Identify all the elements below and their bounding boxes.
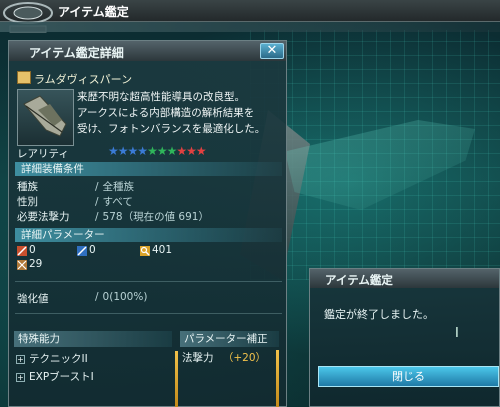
dialog-header: アイテム鑑定	[310, 269, 499, 288]
gender-value-text: すべて	[102, 196, 133, 208]
race-label: 種族	[17, 181, 38, 193]
rarity-star-icon: ★	[156, 144, 168, 158]
element-icon	[17, 260, 27, 270]
description-line: アークスによる内部構造の解析結果を	[77, 107, 255, 119]
ability-item-label: EXPブーストI	[29, 371, 94, 383]
section-divider	[15, 281, 282, 282]
tech-atk-value: 401	[152, 244, 173, 256]
rarity-star-icon: ★	[166, 144, 178, 158]
gender-label: 性別	[17, 196, 38, 208]
rarity-star-icon: ★	[137, 144, 148, 158]
gender-value: / すべて	[95, 196, 133, 208]
dialog-title: アイテム鑑定	[325, 273, 393, 287]
rarity-star-icon: ★	[127, 144, 139, 158]
item-thumbnail	[17, 89, 74, 146]
gun-icon	[77, 246, 87, 256]
close-dialog-button[interactable]: 閉じる	[318, 366, 499, 387]
description-line: 来歴不明な超高性能導具の改良型。	[77, 91, 245, 103]
sword-icon	[17, 246, 27, 256]
special-abilities-section: 特殊能力 + テクニックII + EXPブーストI	[14, 331, 178, 407]
section-divider	[15, 313, 282, 314]
screen-title: アイテム鑑定	[58, 5, 129, 19]
weapon-thumbnail-icon	[23, 95, 67, 137]
param-bonus-section: パラメーター補正 法撃力 （+20）	[180, 331, 279, 407]
abilities-scrollbar[interactable]	[175, 351, 178, 407]
item-description: 来歴不明な超高性能導具の改良型。 アークスによる内部構造の解析結果を 受け、フォ…	[77, 89, 282, 137]
required-tec-value: /578（現在の値 691）	[95, 211, 209, 223]
ability-item[interactable]: + テクニックII	[16, 351, 88, 366]
rarity-stars: ★★★★★★★★★★	[108, 144, 207, 158]
param-bonus-key: 法撃力	[182, 352, 214, 364]
required-tec-label: 必要法撃力	[17, 211, 70, 223]
param-bonus-value-text: +20	[233, 352, 256, 364]
item-name: ラムダヴィスパーン	[34, 73, 133, 86]
wand-icon	[140, 246, 150, 256]
rarity-star-icon: ★	[117, 144, 129, 158]
grind-value-text: 0(100%)	[102, 291, 148, 303]
param-bonus-value: （+20）	[222, 352, 267, 364]
required-tec-value-text: 578（現在の値 691）	[102, 211, 209, 223]
top-bar: アイテム鑑定	[0, 0, 500, 33]
special-abilities-header: 特殊能力	[14, 331, 172, 347]
expand-plus-icon: +	[16, 355, 25, 364]
strike-atk-value: 0	[29, 244, 36, 256]
range-atk-value: 0	[89, 244, 96, 256]
panel-header: アイテム鑑定詳細 ✕	[9, 41, 286, 61]
equip-conditions-header: 詳細装備条件	[15, 162, 282, 176]
ability-item-label: テクニックII	[29, 353, 88, 365]
rarity-star-icon: ★	[147, 144, 158, 158]
param-bonus-row: 法撃力 （+20）	[182, 350, 266, 365]
param-bonus-scrollbar[interactable]	[276, 350, 279, 407]
rarity-star-icon: ★	[176, 144, 187, 158]
rarity-label: レアリティ	[17, 148, 69, 160]
rarity-star-icon: ★	[108, 144, 119, 158]
ability-item[interactable]: + EXPブーストI	[16, 369, 94, 384]
rarity-star-icon: ★	[186, 144, 197, 158]
item-name-row: ラムダヴィスパーン	[17, 71, 279, 86]
detail-params-header: 詳細パラメーター	[15, 228, 282, 242]
description-line: 受け、フォトンバランスを最適化した。	[77, 123, 266, 135]
panel-title: アイテム鑑定詳細	[29, 46, 124, 60]
race-value: / 全種族	[95, 181, 135, 193]
rarity-star-icon: ★	[195, 144, 207, 158]
param-bonus-header: パラメーター補正	[180, 331, 279, 347]
text-cursor-icon: I	[455, 326, 459, 341]
dialog-message: 鑑定が終了しました。	[324, 308, 434, 321]
grind-label: 強化値	[17, 293, 49, 305]
appraisal-complete-dialog: アイテム鑑定 鑑定が終了しました。 I 閉じる	[309, 268, 500, 407]
race-value-text: 全種族	[102, 181, 135, 193]
top-bar-underline	[0, 22, 500, 32]
rod-icon	[17, 71, 31, 84]
expand-plus-icon: +	[16, 373, 25, 382]
element-value: 29	[29, 258, 43, 270]
close-button[interactable]: ✕	[260, 43, 284, 59]
grind-value: /0(100%)	[95, 291, 148, 303]
game-logo-icon	[3, 2, 53, 33]
